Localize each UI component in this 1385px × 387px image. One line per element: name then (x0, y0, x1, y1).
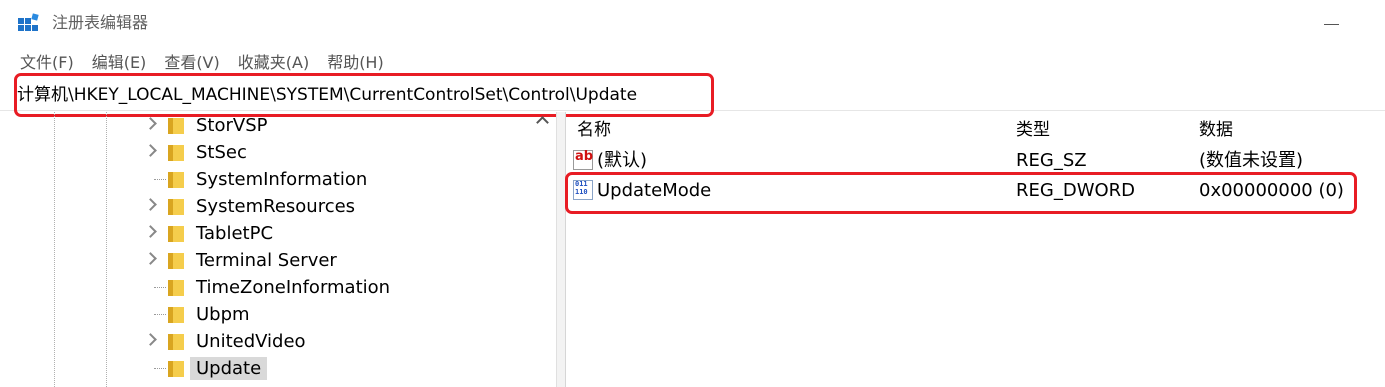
window-title: 注册表编辑器 (52, 13, 149, 32)
menu-item[interactable]: 帮助(H) (318, 50, 393, 76)
value-row[interactable]: 011 110 UpdateMode REG_DWORD 0x00000000 (0) (566, 176, 1385, 206)
folder-icon (168, 145, 184, 161)
tree-item-label: TimeZoneInformation (196, 277, 391, 298)
tree-item-label: StSec (196, 142, 247, 163)
tree-item-label: SystemResources (196, 196, 356, 217)
tree-connector-line (154, 287, 166, 288)
folder-icon (168, 334, 184, 350)
column-header-type[interactable]: 类型 (1016, 119, 1050, 141)
value-name: UpdateMode (597, 180, 712, 201)
address-path[interactable]: 计算机\HKEY_LOCAL_MACHINE\SYSTEM\CurrentCon… (17, 83, 637, 107)
folder-icon (168, 307, 184, 323)
column-header-name[interactable]: 名称 (577, 119, 611, 141)
key-tree-pane[interactable]: StorVSP StSec SystemInformation SystemResou… (0, 112, 556, 387)
tree-item-label: Update (190, 357, 268, 380)
tree-connector-line (154, 314, 166, 315)
binary-value-icon: 011 110 (573, 180, 593, 200)
tree-connector-line (154, 179, 166, 180)
chevron-right-icon[interactable] (144, 225, 157, 238)
address-bar[interactable]: 计算机\HKEY_LOCAL_MACHINE\SYSTEM\CurrentCon… (0, 80, 1385, 111)
tree-item[interactable]: Update (0, 355, 545, 382)
tree-item-label: Terminal Server (196, 250, 337, 271)
chevron-right-icon[interactable] (144, 117, 157, 130)
value-type: REG_DWORD (1016, 180, 1136, 201)
menu-bar: 文件(F) 编辑(E) 查看(V) 收藏夹(A) 帮助(H) (0, 50, 393, 76)
tree-item[interactable]: StSec (0, 139, 545, 166)
column-header-data[interactable]: 数据 (1199, 119, 1233, 141)
value-name: (默认) (597, 150, 648, 171)
tree-item[interactable]: Terminal Server (0, 247, 545, 274)
tree-item-label: TabletPC (196, 223, 274, 244)
menu-item[interactable]: 编辑(E) (83, 50, 156, 76)
chevron-right-icon[interactable] (144, 144, 157, 157)
value-type: REG_SZ (1016, 150, 1087, 171)
folder-icon (168, 280, 184, 296)
folder-icon (168, 253, 184, 269)
tree-item[interactable]: UnitedVideo (0, 328, 545, 355)
folder-icon (168, 361, 184, 377)
value-data: 0x00000000 (0) (1199, 180, 1344, 201)
folder-icon (168, 172, 184, 188)
values-list-pane[interactable]: 名称 类型 数据 ab (默认) REG_SZ (数值未设置) 011 110 Updat… (566, 112, 1385, 387)
tree-item[interactable]: SystemInformation (0, 166, 545, 193)
registry-editor-icon (18, 13, 39, 31)
menu-item[interactable]: 文件(F) (0, 50, 83, 76)
tree-item[interactable]: TabletPC (0, 220, 545, 247)
folder-icon (168, 226, 184, 242)
value-row[interactable]: ab (默认) REG_SZ (数值未设置) (566, 146, 1385, 176)
menu-item[interactable]: 查看(V) (155, 50, 228, 76)
title-bar: 注册表编辑器 (0, 0, 1385, 44)
tree-item-label: Ubpm (196, 304, 250, 325)
tree-item-label: UnitedVideo (196, 331, 306, 352)
menu-item[interactable]: 收藏夹(A) (229, 50, 318, 76)
tree-connector-line (154, 368, 166, 369)
string-value-icon: ab (573, 149, 594, 170)
tree-item-label: StorVSP (196, 115, 268, 136)
folder-icon (168, 118, 184, 134)
tree-item[interactable]: SystemResources (0, 193, 545, 220)
chevron-right-icon[interactable] (144, 252, 157, 265)
value-icon-glyph: 011 110 (575, 180, 588, 196)
tree-item[interactable]: TimeZoneInformation (0, 274, 545, 301)
tree-item[interactable]: StorVSP (0, 112, 545, 139)
tree-item-label: SystemInformation (196, 169, 368, 190)
value-data: (数值未设置) (1199, 150, 1304, 171)
minimize-button[interactable] (1318, 8, 1348, 38)
pane-splitter[interactable] (556, 112, 566, 387)
chevron-right-icon[interactable] (144, 198, 157, 211)
tree-item[interactable]: Ubpm (0, 301, 545, 328)
folder-icon (168, 199, 184, 215)
chevron-right-icon[interactable] (144, 333, 157, 346)
value-icon-glyph: ab (575, 149, 594, 164)
